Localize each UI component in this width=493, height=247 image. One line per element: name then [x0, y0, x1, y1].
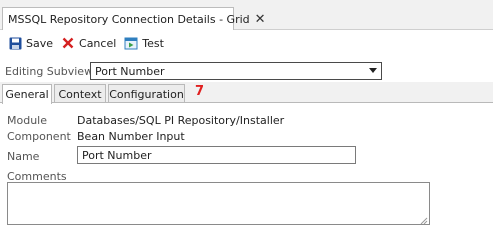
- save-label: Save: [26, 36, 54, 50]
- save-icon: [8, 36, 22, 50]
- module-label: Module: [7, 114, 47, 127]
- subview-selected-value: Port Number: [95, 64, 165, 78]
- component-label: Component: [7, 130, 71, 143]
- chevron-down-icon: [369, 68, 377, 73]
- test-icon: [124, 36, 138, 50]
- annotation-number: 7: [195, 84, 205, 99]
- close-icon[interactable]: ✕: [255, 13, 266, 26]
- cancel-icon: [61, 36, 75, 50]
- save-button[interactable]: Save: [8, 36, 53, 50]
- toolbar: Save Cancel Test: [0, 32, 493, 54]
- document-tab[interactable]: MSSQL Repository Connection Details - Gr…: [2, 7, 266, 30]
- window-tab-bar: MSSQL Repository Connection Details - Gr…: [0, 0, 493, 30]
- name-input-value: Port Number: [82, 148, 152, 162]
- tab-context-label: Context: [58, 87, 102, 101]
- cancel-label: Cancel: [79, 36, 117, 50]
- subview-label: Editing Subview: [5, 65, 94, 78]
- comments-textarea[interactable]: [7, 182, 430, 225]
- tab-context[interactable]: Context: [54, 84, 106, 103]
- tab-configuration-label: Configuration: [109, 87, 184, 101]
- subview-select[interactable]: Port Number: [90, 62, 382, 80]
- section-tabs: General Context Configuration: [0, 82, 493, 104]
- subview-row: Editing Subview Port Number: [0, 60, 493, 82]
- tab-general-label: General: [5, 88, 49, 101]
- test-button[interactable]: Test: [124, 36, 164, 50]
- module-value: Databases/SQL PI Repository/Installer: [77, 114, 285, 127]
- tab-general[interactable]: General: [2, 84, 52, 104]
- document-tab-title: MSSQL Repository Connection Details - Gr…: [8, 12, 250, 26]
- cancel-button[interactable]: Cancel: [61, 36, 116, 50]
- tab-configuration[interactable]: Configuration: [108, 84, 185, 103]
- component-value: Bean Number Input: [77, 130, 185, 143]
- resize-grip-icon[interactable]: [420, 215, 428, 225]
- name-label: Name: [7, 150, 40, 163]
- test-label: Test: [142, 36, 164, 50]
- name-input[interactable]: Port Number: [77, 146, 356, 164]
